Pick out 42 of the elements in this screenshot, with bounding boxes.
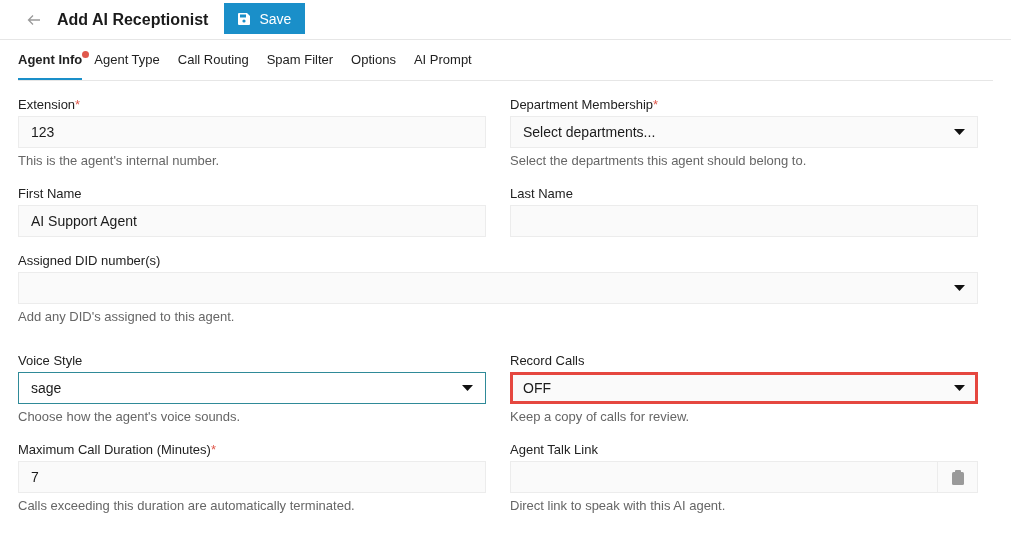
tab[interactable]: AI Prompt [413, 40, 472, 80]
tab[interactable]: Agent Info [18, 40, 83, 80]
tab[interactable]: Call Routing [177, 40, 249, 80]
help-text: Direct link to speak with this AI agent. [510, 497, 727, 515]
field-label: Agent Talk Link [510, 441, 598, 459]
help-text: Keep a copy of calls for review. [510, 408, 691, 426]
field-label: Extension [18, 96, 76, 114]
field-label: Assigned DID number(s) [18, 252, 161, 270]
help-text: Choose how the agent's voice sounds. [18, 408, 242, 426]
input-field[interactable]: 7 [18, 461, 486, 493]
dropdown[interactable]: sage [18, 372, 486, 404]
input-field[interactable]: 123 [18, 116, 486, 148]
input-field[interactable]: AI Support Agent [18, 205, 486, 237]
required-asterisk: * [653, 96, 659, 114]
save-button[interactable]: Save [224, 3, 306, 34]
help-text: This is the agent's internal number. [18, 152, 221, 170]
tab[interactable]: Options [351, 40, 396, 80]
field-label: Voice Style [18, 352, 83, 370]
field-label: Department Membership [510, 96, 654, 114]
required-asterisk: * [210, 441, 216, 459]
caret-icon [954, 385, 965, 391]
page-title: Add AI Receptionist [57, 10, 209, 29]
field-label: Record Calls [510, 352, 585, 370]
back-arrow-icon[interactable] [27, 13, 41, 26]
required-asterisk: * [75, 96, 81, 114]
field-label: Maximum Call Duration (Minutes) [18, 441, 211, 459]
caret-icon [954, 129, 965, 135]
tab[interactable]: Agent Type [94, 40, 160, 80]
dropdown[interactable] [18, 272, 978, 304]
copy-button[interactable] [938, 461, 978, 493]
caret-icon [462, 385, 473, 391]
help-text: Add any DID's assigned to this agent. [18, 308, 236, 326]
tab[interactable]: Spam Filter [266, 40, 334, 80]
field-label: First Name [18, 185, 82, 203]
field-label: Last Name [510, 185, 573, 203]
notification-dot [82, 51, 90, 58]
dropdown[interactable]: OFF [510, 372, 978, 404]
clipboard-icon [951, 469, 964, 485]
help-text: Calls exceeding this duration are automatically terminated. [18, 497, 356, 515]
dropdown[interactable]: Select departments... [510, 116, 978, 148]
caret-icon [954, 285, 965, 291]
help-text: Select the departments this agent should belong to. [510, 152, 808, 170]
